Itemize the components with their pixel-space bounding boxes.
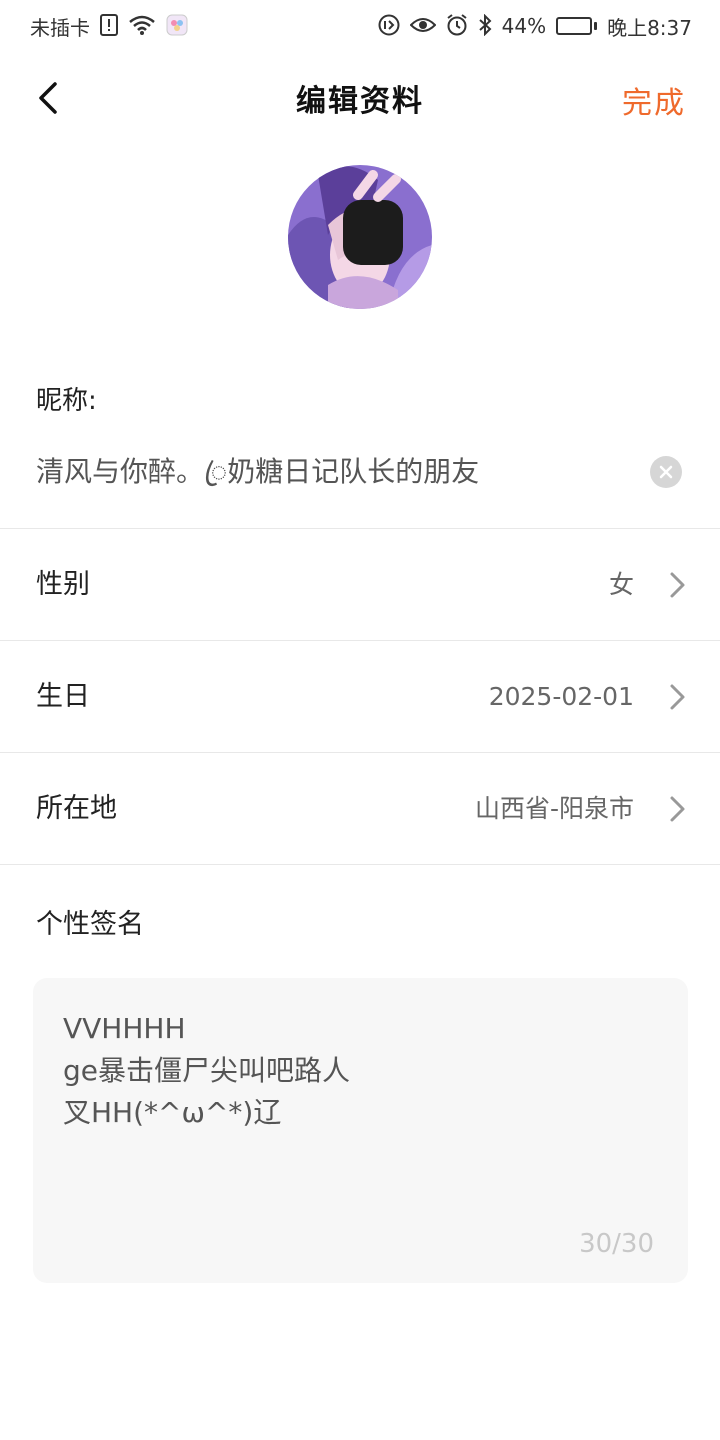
clear-nickname-button[interactable] [650,456,682,488]
battery-percent: 44% [501,14,547,38]
location-row[interactable]: 所在地 山西省-阳泉市 [0,753,720,864]
sim-alert-icon [100,13,118,39]
nickname-label: 昵称: [36,386,97,416]
birthday-label: 生日 [36,681,90,712]
done-button[interactable]: 完成 [622,78,686,122]
divider [0,864,720,865]
chevron-left-icon [39,82,57,114]
avatar[interactable] [288,165,432,309]
signature-char-count: 30/30 [579,1229,654,1259]
chevron-right-icon [670,796,685,822]
bluetooth-icon [478,13,492,39]
location-label: 所在地 [36,793,117,824]
alarm-icon [446,13,468,39]
signature-input[interactable]: VVHHHH ge暴击僵尸尖叫吧路人 叉HH(*^ω^*)辽 [63,1008,653,1228]
carrier-text: 未插卡 [30,15,90,40]
gender-row[interactable]: 性别 女 [0,529,720,640]
nav-bar: 编辑资料 完成 [0,52,720,144]
app-notification-icon [166,14,188,39]
signature-box: VVHHHH ge暴击僵尸尖叫吧路人 叉HH(*^ω^*)辽 30/30 [33,978,688,1283]
avatar-image [288,165,432,309]
eye-comfort-icon [409,15,437,38]
nickname-input[interactable] [36,448,636,508]
clock-time: 晚上8:37 [607,15,692,40]
chevron-right-icon [670,572,685,598]
gender-value: 女 [608,570,634,599]
location-value: 山西省-阳泉市 [474,794,634,823]
gender-label: 性别 [36,569,90,600]
signature-label: 个性签名 [36,909,144,940]
battery-icon [556,17,598,35]
nickname-row [0,440,720,528]
page-title: 编辑资料 [296,84,424,119]
status-bar: 未插卡 44% 晚上8:37 [0,0,720,52]
birthday-value: 2025-02-01 [488,682,634,711]
data-saver-icon [378,14,400,39]
birthday-row[interactable]: 生日 2025-02-01 [0,641,720,752]
close-icon [659,465,673,479]
chevron-right-icon [670,684,685,710]
wifi-icon [128,14,156,39]
back-button[interactable] [22,72,74,124]
